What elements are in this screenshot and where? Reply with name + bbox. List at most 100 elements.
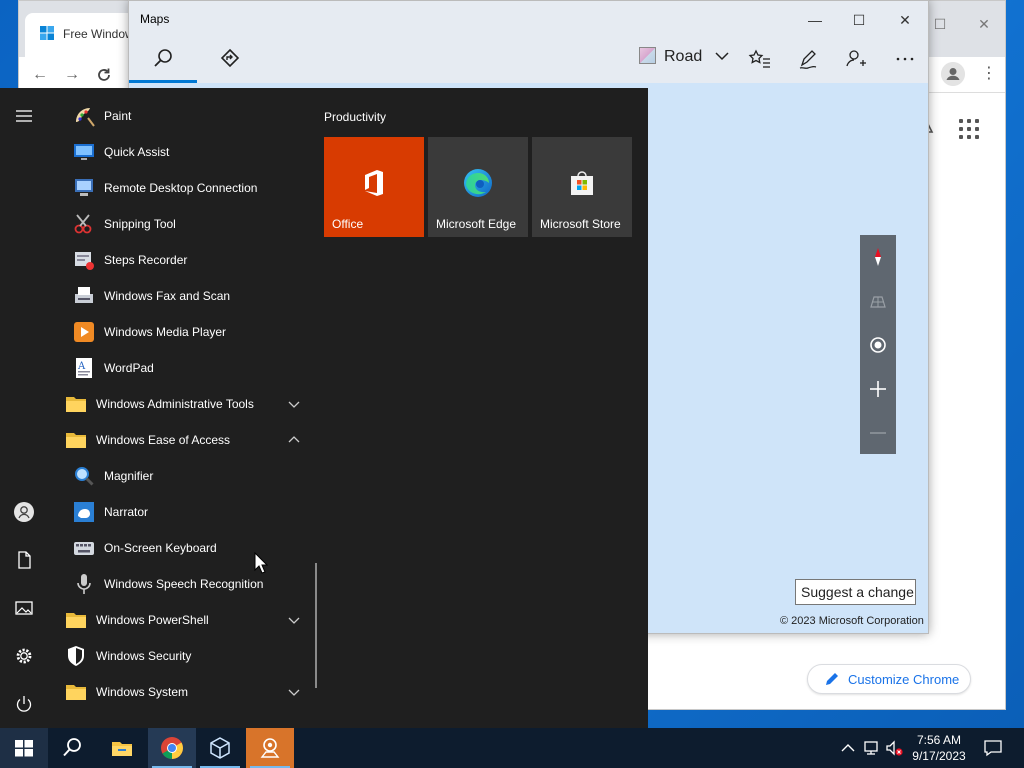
start-app-windows-speech-recognition[interactable]: Windows Speech Recognition [48, 566, 312, 602]
back-arrow-icon[interactable]: ← [29, 65, 51, 85]
clock-date: 9/17/2023 [912, 749, 966, 763]
shield-icon [68, 646, 84, 666]
reload-icon[interactable] [95, 66, 113, 84]
taskbar-3d-viewer[interactable] [196, 728, 244, 768]
map-copyright: © 2023 Microsoft Corporation [780, 615, 924, 627]
folder-icon [66, 613, 86, 628]
chrome-profile-icon[interactable] [941, 62, 965, 86]
start-app-magnifier[interactable]: Magnifier [48, 458, 312, 494]
more-options-icon[interactable] [890, 46, 920, 72]
edge-tile[interactable]: Microsoft Edge [428, 137, 528, 237]
taskbar-maps[interactable] [246, 728, 294, 768]
store-tile[interactable]: Microsoft Store [532, 137, 632, 237]
my-location-icon[interactable] [860, 327, 896, 363]
start-app-quick-assist[interactable]: Quick Assist [48, 134, 312, 170]
zoom-in-icon[interactable] [860, 371, 896, 407]
fax-scan-icon [75, 287, 93, 303]
folder-icon [66, 433, 86, 448]
tile-group-title: Productivity [324, 110, 387, 124]
wordpad-icon: A [76, 358, 92, 378]
maps-maximize-button[interactable]: ☐ [836, 7, 882, 33]
taskbar: 7:56 AM 9/17/2023 [0, 728, 1024, 768]
office-icon [365, 170, 383, 196]
start-item-label: Windows Ease of Access [96, 433, 231, 447]
tilt-3d-icon[interactable] [860, 283, 896, 319]
start-item-label: Steps Recorder [104, 253, 188, 267]
start-item-label: Magnifier [104, 469, 154, 483]
start-item-label: WordPad [104, 361, 154, 375]
taskbar-search-button[interactable] [48, 728, 96, 768]
chrome-tab[interactable]: Free Windows [25, 13, 145, 57]
forward-arrow-icon[interactable]: → [61, 65, 83, 85]
user-icon[interactable] [12, 500, 36, 524]
chevron-down-icon [288, 617, 300, 624]
suggest-change-button[interactable]: Suggest a change [795, 579, 916, 605]
start-folder-windows-powershell[interactable]: Windows PowerShell [48, 602, 312, 638]
start-button[interactable] [0, 728, 48, 768]
start-app-windows-fax-and-scan[interactable]: Windows Fax and Scan [48, 278, 312, 314]
favorites-icon[interactable] [746, 46, 776, 72]
start-item-label: Windows Security [96, 649, 192, 663]
start-folder-windows-administrative-tools[interactable]: Windows Administrative Tools [48, 386, 312, 422]
google-apps-icon[interactable] [959, 119, 979, 139]
maps-toolbar: Road [129, 37, 928, 83]
chrome-close-button[interactable]: ✕ [969, 11, 999, 37]
start-app-remote-desktop-connection[interactable]: Remote Desktop Connection [48, 170, 312, 206]
search-icon[interactable] [148, 46, 178, 72]
chrome-menu-icon[interactable]: ⋮ [981, 65, 997, 83]
start-rail [0, 88, 48, 728]
ink-pen-icon[interactable] [793, 46, 823, 72]
start-item-label: Narrator [104, 505, 149, 519]
documents-icon[interactable] [12, 548, 36, 572]
start-item-label: Windows Administrative Tools [96, 397, 254, 411]
start-folder-windows-system[interactable]: Windows System [48, 674, 312, 710]
start-app-paint[interactable]: Paint [48, 98, 312, 134]
edge-icon [464, 169, 492, 197]
pictures-icon[interactable] [12, 596, 36, 620]
chrome-maximize-button[interactable]: ☐ [925, 11, 955, 37]
start-app-snipping-tool[interactable]: Snipping Tool [48, 206, 312, 242]
start-item-label: Quick Assist [104, 145, 170, 159]
narrator-icon [74, 502, 94, 522]
compass-icon[interactable] [860, 239, 896, 275]
chrome-icon [161, 737, 183, 759]
start-app-steps-recorder[interactable]: Steps Recorder [48, 242, 312, 278]
show-hidden-icons-icon[interactable] [838, 738, 858, 758]
start-folder-windows-ease-of-access[interactable]: Windows Ease of Access [48, 422, 312, 458]
hamburger-icon[interactable] [12, 104, 36, 128]
map-style-dropdown[interactable]: Road [639, 47, 729, 73]
start-app-windows-media-player[interactable]: Windows Media Player [48, 314, 312, 350]
office-tile[interactable]: Office [324, 137, 424, 237]
all-apps-list: Paint Quick Assist Remote Desktop Connecti… [48, 88, 316, 728]
edge-tile-label: Microsoft Edge [436, 217, 517, 231]
start-app-on-screen-keyboard[interactable]: On-Screen Keyboard [48, 530, 312, 566]
start-app-narrator[interactable]: Narrator [48, 494, 312, 530]
customize-chrome-label: Customize Chrome [848, 672, 960, 687]
notifications-icon[interactable] [982, 737, 1004, 759]
office-tile-label: Office [332, 217, 364, 231]
start-item-label: Windows PowerShell [96, 613, 209, 627]
maps-minimize-button[interactable]: — [792, 7, 838, 33]
maps-titlebar[interactable]: Maps — ☐ ✕ [129, 1, 928, 37]
customize-chrome-button[interactable]: Customize Chrome [807, 664, 971, 694]
directions-icon[interactable] [215, 46, 245, 72]
start-item-label: Remote Desktop Connection [104, 181, 258, 195]
system-clock[interactable]: 7:56 AM 9/17/2023 [900, 732, 978, 764]
power-icon[interactable] [12, 692, 36, 716]
start-item-label: Snipping Tool [104, 217, 176, 231]
chevron-up-icon [288, 436, 300, 443]
zoom-out-icon[interactable] [860, 415, 896, 451]
taskbar-chrome[interactable] [148, 728, 196, 768]
start-app-wordpad[interactable]: A WordPad [48, 350, 312, 386]
maps-close-button[interactable]: ✕ [882, 7, 928, 33]
settings-icon[interactable] [12, 644, 36, 668]
account-add-icon[interactable] [841, 46, 871, 72]
start-app-windows-security[interactable]: Windows Security [48, 638, 312, 674]
snipping-tool-icon [74, 214, 92, 234]
start-item-label: Windows Fax and Scan [104, 289, 231, 303]
network-icon[interactable] [862, 738, 882, 758]
app-list-scrollbar[interactable] [315, 563, 317, 688]
chevron-down-icon [715, 52, 729, 61]
microphone-icon [77, 574, 91, 594]
taskbar-file-explorer[interactable] [98, 728, 146, 768]
